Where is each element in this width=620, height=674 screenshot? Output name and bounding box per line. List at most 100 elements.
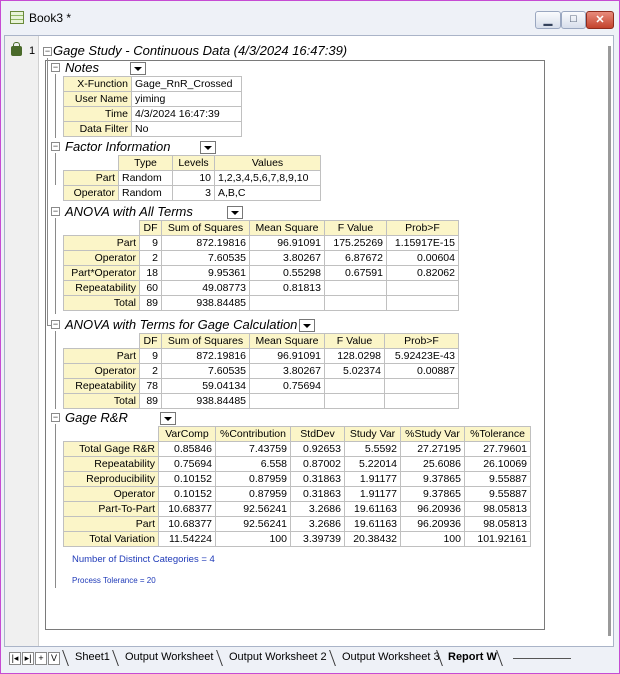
cell[interactable]: 10.68377 (158, 516, 216, 532)
cell[interactable]: 98.05813 (464, 516, 531, 532)
cell[interactable]: 0.00604 (386, 250, 459, 266)
cell[interactable] (324, 280, 387, 296)
cell[interactable]: 0.92653 (290, 441, 345, 457)
cell[interactable]: 128.0298 (324, 348, 385, 364)
cell[interactable]: 9.95361 (161, 265, 250, 281)
cell[interactable]: 2 (139, 250, 162, 266)
maximize-button[interactable]: □ (561, 11, 586, 29)
cell[interactable]: 9.37865 (400, 471, 465, 487)
cell[interactable]: 0.31863 (290, 471, 345, 487)
cell[interactable]: 0.10152 (158, 486, 216, 502)
add-sheet-button[interactable]: + (35, 652, 47, 665)
cell[interactable]: 9.37865 (400, 486, 465, 502)
cell[interactable]: 7.60535 (161, 363, 250, 379)
cell[interactable]: 1.15917E-15 (386, 235, 459, 251)
cell[interactable]: 101.92161 (464, 531, 531, 547)
collapse-gage-rr-button[interactable]: − (51, 413, 60, 422)
sheet-list-button[interactable]: V (48, 652, 60, 665)
tab-output-worksheet-2[interactable]: Output Worksheet 2 (229, 651, 327, 663)
cell[interactable]: 9.55887 (464, 486, 531, 502)
cell[interactable]: 89 (139, 295, 162, 311)
cell[interactable] (386, 295, 459, 311)
notes-dropdown[interactable] (130, 62, 146, 75)
cell[interactable]: Random (118, 170, 173, 186)
cell[interactable]: 0.85846 (158, 441, 216, 457)
cell[interactable] (324, 295, 387, 311)
cell[interactable]: 3.80267 (249, 250, 325, 266)
cell[interactable]: 5.22014 (344, 456, 401, 472)
cell[interactable] (384, 378, 459, 394)
vertical-scrollbar[interactable] (608, 46, 611, 636)
cell[interactable]: 5.92423E-43 (384, 348, 459, 364)
cell[interactable]: 0.67591 (324, 265, 387, 281)
cell[interactable]: 96.20936 (400, 516, 465, 532)
cell[interactable]: 0.87959 (215, 486, 291, 502)
cell[interactable]: 938.84485 (161, 393, 250, 409)
cell[interactable]: 27.27195 (400, 441, 465, 457)
cell[interactable]: 3.80267 (249, 363, 325, 379)
cell[interactable]: 0.00887 (384, 363, 459, 379)
cell[interactable]: 0.75694 (249, 378, 325, 394)
close-button[interactable]: ✕ (586, 11, 614, 29)
cell[interactable]: 0.87002 (290, 456, 345, 472)
cell[interactable]: 872.19816 (161, 348, 250, 364)
tab-output-worksheet[interactable]: Output Worksheet (125, 651, 213, 663)
cell[interactable] (324, 378, 385, 394)
factor-info-dropdown[interactable] (200, 141, 216, 154)
first-sheet-button[interactable]: |◂ (9, 652, 21, 665)
cell[interactable]: No (131, 121, 242, 137)
cell[interactable]: 0.81813 (249, 280, 325, 296)
horizontal-scrollbar[interactable] (513, 658, 571, 659)
cell[interactable]: 96.91091 (249, 348, 325, 364)
cell[interactable]: 25.6086 (400, 456, 465, 472)
cell[interactable]: 5.02374 (324, 363, 385, 379)
cell[interactable]: 10.68377 (158, 501, 216, 517)
cell[interactable]: 4/3/2024 16:47:39 (131, 106, 242, 122)
collapse-anova-all-button[interactable]: − (51, 207, 60, 216)
anova-all-dropdown[interactable] (227, 206, 243, 219)
cell[interactable]: 1.91177 (344, 471, 401, 487)
collapse-factor-info-button[interactable]: − (51, 142, 60, 151)
cell[interactable]: Random (118, 185, 173, 201)
cell[interactable]: 0.10152 (158, 471, 216, 487)
collapse-notes-button[interactable]: − (51, 63, 60, 72)
cell[interactable]: 18 (139, 265, 162, 281)
cell[interactable]: 27.79601 (464, 441, 531, 457)
cell[interactable]: 9.55887 (464, 471, 531, 487)
report-sheet[interactable]: 1 − Gage Study - Continuous Data (4/3/20… (4, 35, 614, 647)
cell[interactable]: 92.56241 (215, 501, 291, 517)
cell[interactable]: 92.56241 (215, 516, 291, 532)
cell[interactable]: 175.25269 (324, 235, 387, 251)
tab-output-worksheet-3[interactable]: Output Worksheet 3 (342, 651, 440, 663)
cell[interactable]: 98.05813 (464, 501, 531, 517)
cell[interactable]: 6.558 (215, 456, 291, 472)
cell[interactable]: 100 (215, 531, 291, 547)
cell[interactable]: 19.61163 (344, 501, 401, 517)
cell[interactable] (384, 393, 459, 409)
cell[interactable]: 20.38432 (344, 531, 401, 547)
cell[interactable]: 3.2686 (290, 501, 345, 517)
cell[interactable]: 1,2,3,4,5,6,7,8,9,10 (214, 170, 321, 186)
cell[interactable] (249, 393, 325, 409)
cell[interactable]: 872.19816 (161, 235, 250, 251)
minimize-button[interactable]: ▁ (535, 11, 561, 29)
cell[interactable]: yiming (131, 91, 242, 107)
cell[interactable]: 0.31863 (290, 486, 345, 502)
cell[interactable]: 0.75694 (158, 456, 216, 472)
cell[interactable] (386, 280, 459, 296)
cell[interactable]: 5.5592 (344, 441, 401, 457)
cell[interactable]: 100 (400, 531, 465, 547)
cell[interactable]: 7.43759 (215, 441, 291, 457)
cell[interactable]: 7.60535 (161, 250, 250, 266)
cell[interactable]: 78 (139, 378, 162, 394)
cell[interactable]: 9 (139, 348, 162, 364)
cell[interactable]: 3.39739 (290, 531, 345, 547)
cell[interactable]: 19.61163 (344, 516, 401, 532)
cell[interactable]: 11.54224 (158, 531, 216, 547)
collapse-report-button[interactable]: − (43, 47, 52, 56)
cell[interactable]: 10 (172, 170, 215, 186)
cell[interactable]: 89 (139, 393, 162, 409)
cell[interactable]: 96.91091 (249, 235, 325, 251)
tab-report-worksheet[interactable]: Report W (448, 651, 497, 663)
cell[interactable] (324, 393, 385, 409)
